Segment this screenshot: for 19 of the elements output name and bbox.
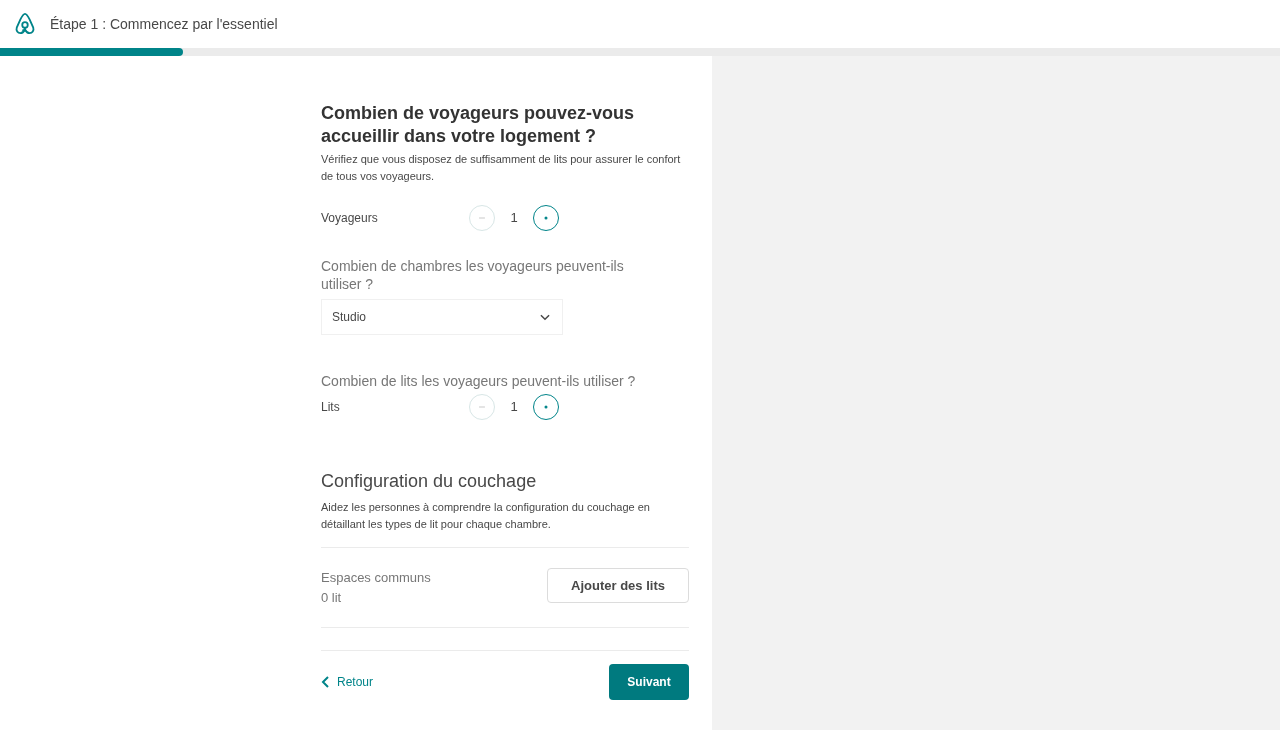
beds-label: Lits <box>321 399 341 416</box>
room-name: Espaces communs <box>321 569 431 587</box>
page-title: Étape 1 : Commencez par l'essentiel <box>50 14 278 34</box>
stepper-value: 1 <box>509 398 519 417</box>
question-hint: Vérifiez que vous disposez de suffisamment de lits pour assurer le confort de tous vos voyageurs. <box>321 152 682 184</box>
add-beds-button[interactable]: Ajouter des lits <box>547 568 689 603</box>
chevron-left-icon <box>321 676 331 688</box>
bedrooms-question: Combien de chambres les voyageurs peuvent-ils utiliser ? <box>321 257 625 293</box>
back-link[interactable]: Retour <box>321 673 374 691</box>
logo-icon <box>14 12 36 36</box>
bed-count: 0 lit <box>321 588 343 607</box>
beds-question: Combien de lits les voyageurs peuvent-ils utiliser ? <box>321 372 637 391</box>
question-heading: Combien de voyageurs pouvez-vous accueillir dans votre logement ? <box>321 102 636 148</box>
section-heading: Configuration du couchage <box>321 470 538 493</box>
section-hint: Aidez les personnes à comprendre la configuration du couchage en détaillant les types de lit pour chaque chambre. <box>321 500 651 532</box>
guests-label: Voyageurs <box>321 210 379 227</box>
stepper-value: 1 <box>509 209 519 228</box>
bedrooms-dropdown[interactable]: Studio <box>321 299 563 335</box>
next-button[interactable]: Suivant <box>609 664 689 700</box>
